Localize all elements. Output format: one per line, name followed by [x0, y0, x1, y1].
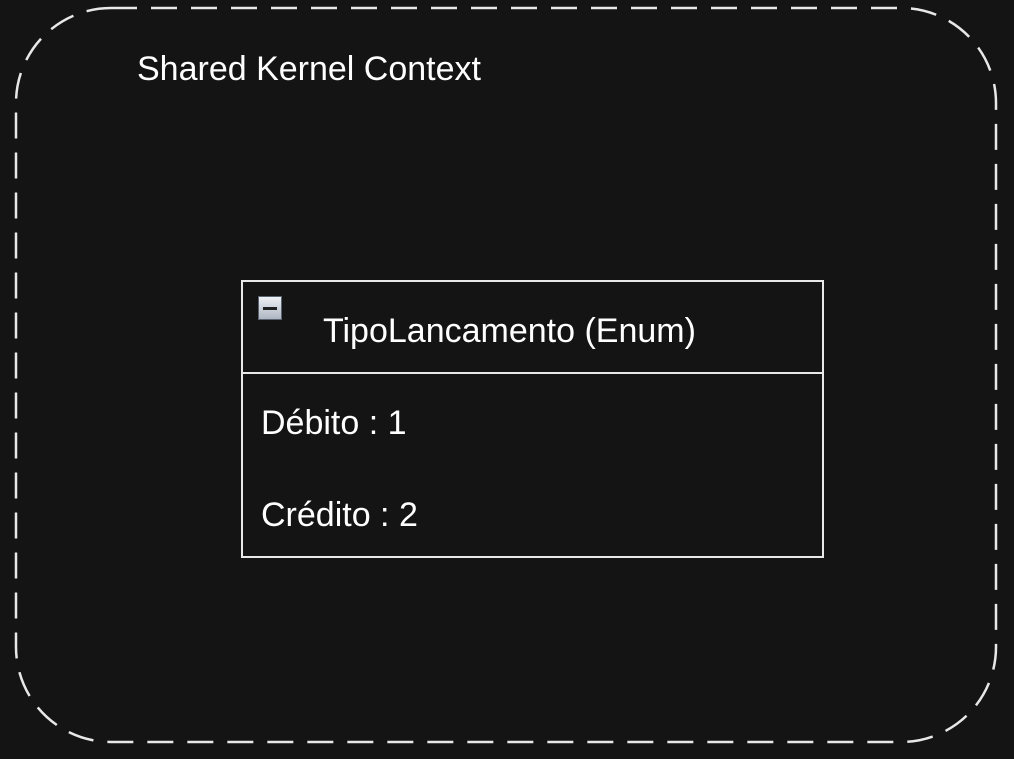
- enum-value: Crédito : 2: [261, 496, 418, 534]
- enum-values-compartment: Débito : 1 Crédito : 2: [243, 374, 822, 558]
- enum-header: TipoLancamento (Enum): [243, 282, 822, 374]
- enum-value: Débito : 1: [261, 404, 407, 442]
- collapse-toggle-button[interactable]: [258, 296, 282, 320]
- minus-icon: [263, 307, 277, 310]
- context-title: Shared Kernel Context: [137, 50, 481, 88]
- diagram-canvas: Shared Kernel Context TipoLancamento (En…: [0, 0, 1014, 759]
- enum-class-box[interactable]: TipoLancamento (Enum) Débito : 1 Crédito…: [241, 280, 824, 558]
- enum-title: TipoLancamento (Enum): [323, 312, 696, 350]
